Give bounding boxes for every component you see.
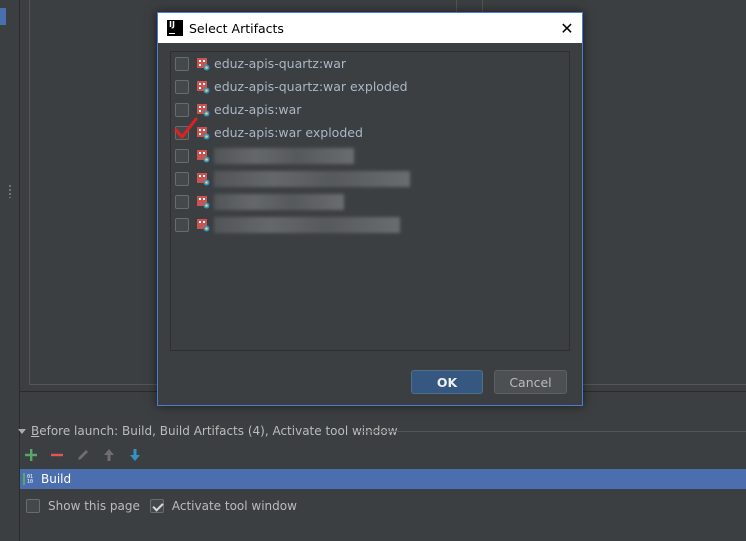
minus-icon <box>51 453 63 457</box>
add-task-button[interactable] <box>22 446 40 464</box>
remove-task-button[interactable] <box>48 446 66 464</box>
close-icon: ✕ <box>560 18 574 38</box>
left-sidebar <box>0 0 20 541</box>
splitter-grip-icon[interactable] <box>8 184 12 198</box>
pencil-icon <box>78 450 88 460</box>
ok-button[interactable]: OK <box>411 370 483 394</box>
move-down-button[interactable] <box>126 446 144 464</box>
sidebar-selection <box>0 8 6 25</box>
divider <box>456 0 457 12</box>
before-launch-label: Before launch: Build, Build Artifacts (4… <box>31 424 398 438</box>
dialog-title: Select Artifacts <box>189 20 284 36</box>
activate-tool-window-checkbox[interactable] <box>149 499 164 513</box>
list-item[interactable]: eduz-apis:war exploded <box>171 117 569 144</box>
war-artifact-icon <box>196 126 210 140</box>
war-artifact-icon <box>196 57 210 71</box>
arrow-up-icon <box>104 449 114 461</box>
list-item[interactable]: eduz-apis:war <box>171 98 569 121</box>
build-icon: 01 10 <box>22 471 38 487</box>
before-launch-task-list[interactable]: 01 10 Build <box>20 469 746 489</box>
list-item[interactable] <box>171 190 569 213</box>
war-artifact-icon <box>196 218 210 232</box>
war-artifact-icon <box>196 172 210 186</box>
artifact-label: eduz-apis-quartz:war exploded <box>214 79 408 94</box>
task-item-build[interactable]: Build <box>41 472 71 486</box>
war-artifact-icon <box>196 80 210 94</box>
close-button[interactable]: ✕ <box>552 13 582 43</box>
section-divider <box>358 431 746 432</box>
list-item[interactable]: eduz-apis-quartz:war <box>171 52 569 75</box>
svg-text:10: 10 <box>27 479 33 485</box>
list-item[interactable]: eduz-apis-quartz:war exploded <box>171 75 569 98</box>
artifact-label: eduz-apis:war exploded <box>214 125 363 140</box>
collapse-triangle-icon[interactable] <box>18 428 26 434</box>
artifact-checkbox[interactable] <box>175 217 189 232</box>
artifact-checkbox[interactable] <box>175 56 189 71</box>
list-item[interactable] <box>171 144 569 167</box>
artifact-checkbox[interactable] <box>175 79 189 94</box>
show-page-label[interactable]: Show this page <box>48 499 140 513</box>
artifact-label: eduz-apis-quartz:war <box>214 56 347 71</box>
edit-task-button[interactable] <box>74 446 92 464</box>
arrow-down-icon <box>130 449 140 461</box>
select-artifacts-dialog: IJ Select Artifacts ✕ eduz-apis-quartz:w… <box>157 12 583 406</box>
divider <box>482 0 483 12</box>
redacted-artifact-label <box>214 216 400 233</box>
dialog-titlebar[interactable]: IJ Select Artifacts ✕ <box>158 13 582 43</box>
cancel-button[interactable]: Cancel <box>494 370 567 394</box>
redacted-artifact-label <box>214 193 344 210</box>
artifact-list: eduz-apis-quartz:war eduz-apis-quartz:wa… <box>170 51 570 351</box>
show-page-checkbox[interactable] <box>26 499 40 513</box>
before-launch-header[interactable]: Before launch: Build, Build Artifacts (4… <box>18 423 746 439</box>
war-artifact-icon <box>196 149 210 163</box>
redacted-artifact-label <box>214 170 410 187</box>
war-artifact-icon <box>196 195 210 209</box>
launch-options: Show this page Activate tool window <box>26 497 299 515</box>
intellij-logo-icon: IJ <box>167 20 183 36</box>
list-item[interactable] <box>171 167 569 190</box>
move-up-button[interactable] <box>100 446 118 464</box>
artifact-label: eduz-apis:war <box>214 102 302 117</box>
artifact-checkbox[interactable] <box>175 171 189 186</box>
plus-icon <box>25 449 37 461</box>
war-artifact-icon <box>196 103 210 117</box>
list-item[interactable] <box>171 213 569 236</box>
activate-tool-window-label[interactable]: Activate tool window <box>172 499 297 513</box>
artifact-checkbox[interactable] <box>175 148 189 163</box>
artifact-checkbox[interactable] <box>175 102 189 117</box>
before-launch-toolbar <box>22 446 144 464</box>
redacted-artifact-label <box>214 147 354 164</box>
artifact-checkbox[interactable] <box>175 194 189 209</box>
